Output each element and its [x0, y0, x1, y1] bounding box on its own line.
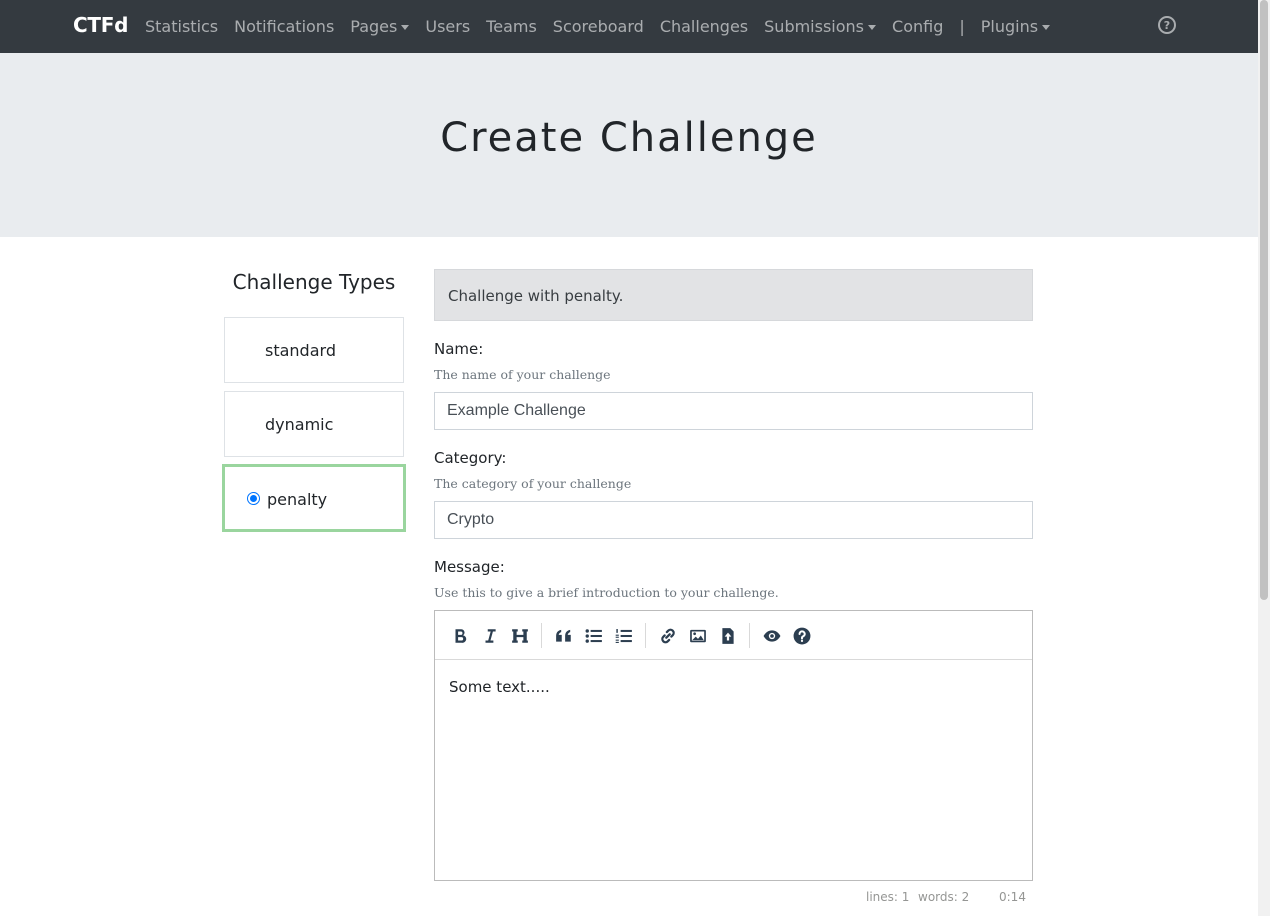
nav-item-config[interactable]: Config [884, 17, 951, 36]
heading-icon[interactable] [507, 623, 533, 649]
caret-down-icon [868, 24, 877, 30]
challenge-type-penalty[interactable]: penalty [222, 464, 406, 532]
caret-down-icon [401, 24, 410, 30]
challenge-type-label: standard [265, 341, 336, 360]
upload-file-icon[interactable] [715, 623, 741, 649]
page-scrollbar[interactable] [1258, 0, 1270, 916]
category-help: The category of your challenge [434, 476, 632, 491]
preview-eye-icon[interactable] [759, 623, 785, 649]
nav-divider: | [959, 17, 965, 36]
image-icon[interactable] [685, 623, 711, 649]
message-help: Use this to give a brief introduction to… [434, 585, 779, 600]
challenge-type-label: penalty [267, 490, 328, 509]
challenge-type-standard[interactable]: standard [224, 317, 404, 383]
nav-item-teams[interactable]: Teams [478, 17, 545, 36]
guide-question-icon[interactable] [789, 623, 815, 649]
link-icon[interactable] [655, 623, 681, 649]
editor-toolbar [435, 611, 1032, 660]
nav-item-statistics[interactable]: Statistics [137, 17, 226, 36]
page-header: Create Challenge [0, 53, 1258, 237]
editor-lines-count: lines: 1 [866, 890, 910, 904]
name-label: Name: [434, 340, 484, 358]
challenge-type-description: Challenge with penalty. [434, 269, 1033, 321]
bold-icon[interactable] [447, 623, 473, 649]
top-navbar: CTFd Statistics Notifications Pages User… [0, 0, 1258, 53]
scrollbar-thumb[interactable] [1260, 0, 1268, 600]
caret-down-icon [1042, 24, 1051, 30]
message-editor[interactable]: Some text..... [434, 610, 1033, 881]
challenge-types-title: Challenge Types [232, 270, 396, 294]
message-label: Message: [434, 558, 505, 576]
toolbar-separator [541, 623, 542, 648]
nav-item-challenges[interactable]: Challenges [652, 17, 756, 36]
unordered-list-icon[interactable] [581, 623, 607, 649]
ordered-list-icon[interactable] [611, 623, 637, 649]
page-title: Create Challenge [440, 115, 818, 161]
nav-item-users[interactable]: Users [417, 17, 478, 36]
italic-icon[interactable] [477, 623, 503, 649]
nav-item-notifications[interactable]: Notifications [226, 17, 342, 36]
nav-menu: Statistics Notifications Pages Users Tea… [137, 0, 1058, 53]
nav-item-plugins[interactable]: Plugins [973, 17, 1058, 36]
editor-words-count: words: 2 [918, 890, 970, 904]
nav-item-pages[interactable]: Pages [342, 17, 417, 36]
toolbar-separator [645, 623, 646, 648]
brand-logo[interactable]: CTFd [73, 13, 128, 37]
editor-content[interactable]: Some text..... [449, 678, 550, 696]
nav-item-scoreboard[interactable]: Scoreboard [545, 17, 652, 36]
challenge-type-label: dynamic [265, 415, 334, 434]
nav-item-submissions[interactable]: Submissions [756, 17, 884, 36]
editor-cursor-position: 0:14 [999, 890, 1026, 904]
page: CTFd Statistics Notifications Pages User… [0, 0, 1270, 916]
radio-selected[interactable] [247, 492, 260, 505]
toolbar-separator [749, 623, 750, 648]
name-help: The name of your challenge [434, 367, 611, 382]
category-input[interactable] [434, 501, 1033, 539]
category-label: Category: [434, 449, 507, 467]
challenge-type-dynamic[interactable]: dynamic [224, 391, 404, 457]
question-circle-icon[interactable]: ? [1158, 16, 1176, 34]
name-input[interactable] [434, 392, 1033, 430]
description-text: Challenge with penalty. [448, 287, 624, 305]
quote-icon[interactable] [551, 623, 577, 649]
